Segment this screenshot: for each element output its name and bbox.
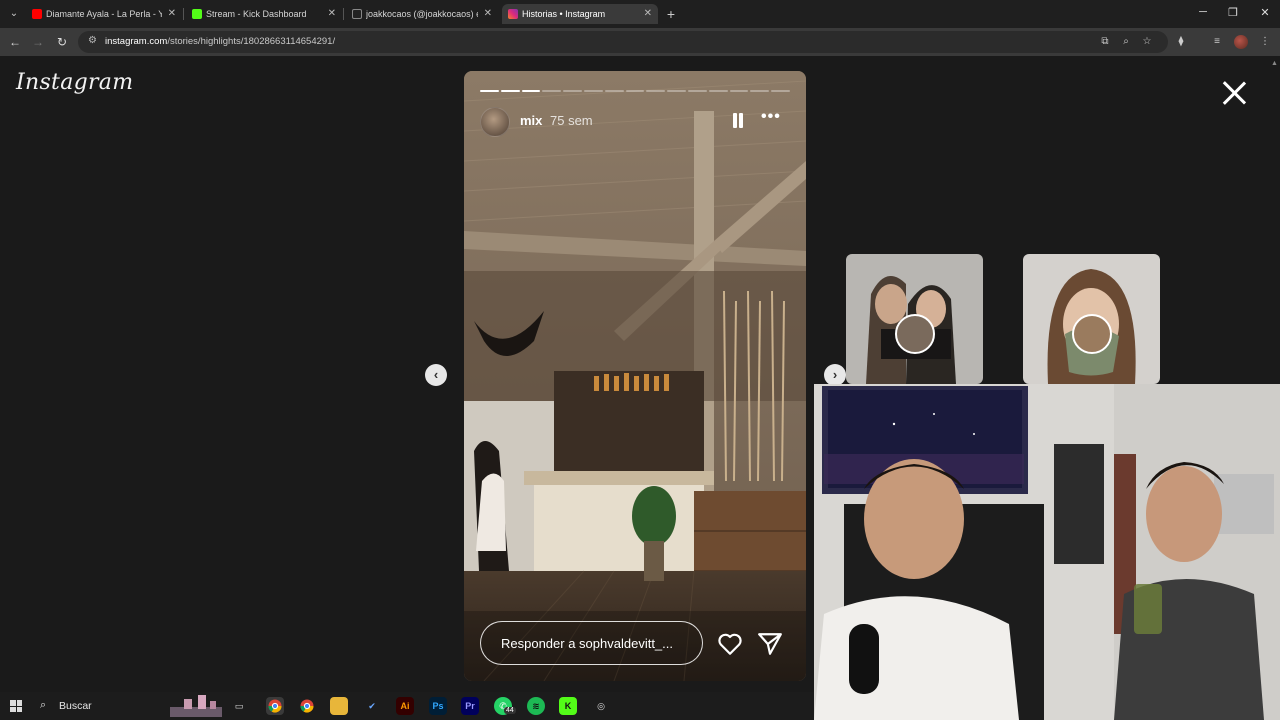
progress-segment: [604, 90, 624, 92]
browser-menu-icon[interactable]: ⋮: [1258, 35, 1272, 49]
like-heart-icon[interactable]: [717, 632, 743, 656]
restore-icon[interactable]: ❐: [1226, 6, 1240, 19]
story-header: mix 75 sem •••: [480, 105, 790, 137]
webcam-overlay: [814, 384, 1280, 720]
next-story-preview[interactable]: [1023, 254, 1160, 384]
install-app-icon[interactable]: ⧉: [1098, 35, 1112, 49]
progress-segment: [729, 90, 749, 92]
more-options-icon[interactable]: •••: [761, 107, 781, 127]
zoom-icon[interactable]: ⌕: [1119, 35, 1133, 49]
chrome-icon[interactable]: [298, 697, 316, 715]
progress-segment: [563, 90, 582, 92]
tab-divider: [183, 8, 184, 20]
tab-close-icon[interactable]: ✕: [644, 4, 652, 24]
chrome-icon[interactable]: [266, 697, 284, 715]
whatsapp-unread-badge: 44: [504, 707, 516, 714]
tab-tiktok[interactable]: joakkocaos (@joakkocaos) esti ✕: [346, 4, 498, 24]
progress-segment: [500, 90, 520, 92]
preview-avatar: [1071, 314, 1112, 354]
address-bar[interactable]: ⚙ instagram.com/stories/highlights/18028…: [78, 31, 1168, 53]
tab-title: joakkocaos (@joakkocaos) esti: [366, 9, 478, 19]
windows-taskbar: ⌕ Buscar ▭ ✔ Ai Ps Pr ✆ 44 ≋ K ◎: [0, 692, 814, 720]
scroll-up-arrow-icon[interactable]: ▲: [1271, 60, 1278, 67]
bookmark-star-icon[interactable]: ☆: [1140, 35, 1154, 49]
media-control-icon[interactable]: ≡: [1210, 35, 1224, 49]
pause-icon[interactable]: [731, 113, 745, 129]
reply-input[interactable]: Responder a sophvaldevitt_...: [480, 621, 703, 665]
extensions-icon[interactable]: ⧫: [1174, 35, 1188, 49]
url-text: instagram.com/stories/highlights/1802866…: [105, 36, 335, 47]
story-username[interactable]: mix: [520, 113, 542, 128]
webcam-image: [814, 384, 1280, 720]
next-story-preview[interactable]: [846, 254, 983, 384]
share-send-icon[interactable]: [757, 632, 783, 656]
search-highlight-image: [170, 695, 222, 717]
kick-icon: [192, 9, 202, 19]
new-tab-icon[interactable]: +: [664, 5, 678, 23]
tab-divider: [343, 8, 344, 20]
story-author-avatar[interactable]: [480, 107, 510, 137]
ticktick-icon[interactable]: ✔: [363, 697, 381, 715]
tab-search-icon[interactable]: ⌄: [6, 6, 22, 22]
reply-placeholder: Responder a sophvaldevitt_...: [501, 636, 673, 651]
progress-segment: [583, 90, 603, 92]
spotify-icon[interactable]: ≋: [527, 697, 545, 715]
progress-segment: [480, 90, 499, 92]
instagram-icon: [508, 9, 518, 19]
progress-segment: [646, 90, 666, 92]
close-stories-icon[interactable]: [1221, 80, 1247, 106]
previous-story-icon[interactable]: ‹: [425, 364, 447, 386]
progress-segment: [750, 90, 770, 92]
url-host: instagram.com: [105, 36, 168, 47]
back-icon[interactable]: ←: [7, 34, 23, 50]
story-progress-bar: [480, 90, 790, 92]
profile-avatar[interactable]: [1234, 35, 1248, 49]
search-icon: ⌕: [40, 699, 47, 711]
minimize-icon[interactable]: ─: [1196, 6, 1210, 18]
tab-close-icon[interactable]: ✕: [168, 4, 176, 24]
kick-icon[interactable]: K: [559, 697, 577, 715]
progress-segment: [708, 90, 728, 92]
tiktok-icon: [352, 9, 362, 19]
reload-icon[interactable]: ↻: [54, 34, 70, 50]
tab-title: Diamante Ayala - La Perla - You: [46, 9, 162, 19]
tab-kick[interactable]: Stream - Kick Dashboard ✕: [186, 4, 342, 24]
tab-close-icon[interactable]: ✕: [328, 4, 336, 24]
file-explorer-icon[interactable]: [330, 697, 348, 715]
taskbar-search-placeholder: Buscar: [59, 700, 92, 712]
progress-segment: [687, 90, 707, 92]
site-info-icon[interactable]: ⚙: [88, 35, 97, 46]
tab-close-icon[interactable]: ✕: [484, 4, 492, 24]
tab-youtube[interactable]: Diamante Ayala - La Perla - You ✕: [26, 4, 182, 24]
progress-segment: [771, 90, 790, 92]
forward-icon[interactable]: →: [30, 34, 46, 50]
youtube-icon: [32, 9, 42, 19]
chrome-dev-icon[interactable]: ◎: [592, 697, 610, 715]
preview-avatar: [894, 314, 935, 354]
progress-segment: [542, 90, 562, 92]
story-image: [464, 71, 806, 681]
progress-segment: [625, 90, 645, 92]
photoshop-icon[interactable]: Ps: [429, 697, 447, 715]
story-time-ago: 75 sem: [550, 113, 593, 128]
tab-instagram[interactable]: Historias • Instagram ✕: [502, 4, 658, 24]
instagram-logo[interactable]: Instagram: [16, 70, 133, 95]
tab-title: Stream - Kick Dashboard: [206, 9, 307, 19]
browser-toolbar: ← → ↻ ⚙ instagram.com/stories/highlights…: [0, 28, 1280, 56]
url-path: /stories/highlights/18028663114654291/: [167, 36, 336, 47]
premiere-icon[interactable]: Pr: [461, 697, 479, 715]
task-view-icon[interactable]: ▭: [230, 697, 248, 715]
story-viewer[interactable]: mix 75 sem ••• Responder a sophvaldevitt…: [464, 71, 806, 681]
next-story-icon[interactable]: ›: [824, 364, 846, 386]
tab-title: Historias • Instagram: [522, 9, 606, 19]
windows-start-icon[interactable]: [10, 700, 22, 712]
progress-segment: [667, 90, 686, 92]
window-close-icon[interactable]: ✕: [1258, 6, 1272, 19]
progress-segment: [521, 90, 541, 92]
illustrator-icon[interactable]: Ai: [396, 697, 414, 715]
browser-tab-strip: ⌄ Diamante Ayala - La Perla - You ✕ Stre…: [0, 0, 1280, 28]
